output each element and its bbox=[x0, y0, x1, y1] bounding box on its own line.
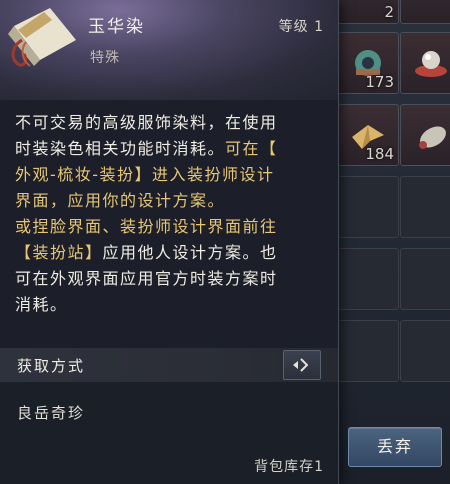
description-line: 应用他人设计方案。也 bbox=[102, 243, 278, 262]
description-line: 不可交易的高级服饰染料，在使用 bbox=[15, 113, 278, 132]
item-count: 173 bbox=[365, 73, 394, 91]
inventory-slot[interactable]: 184 bbox=[337, 104, 399, 166]
tooltip-header: 玉华染 特殊 等级 1 bbox=[0, 0, 338, 100]
item-name: 玉华染 bbox=[88, 17, 145, 37]
item-level: 等级 1 bbox=[278, 19, 324, 35]
inventory-slot[interactable] bbox=[400, 104, 450, 166]
inventory-slot[interactable] bbox=[337, 176, 399, 238]
acquisition-expand-button[interactable] bbox=[283, 350, 321, 380]
item-type: 特殊 bbox=[90, 50, 120, 66]
inventory-slot[interactable] bbox=[400, 32, 450, 94]
inventory-slot[interactable] bbox=[337, 320, 399, 382]
inventory-slot[interactable] bbox=[400, 248, 450, 310]
description-line: 消耗。 bbox=[15, 295, 68, 314]
description-highlight: 【装扮站】 bbox=[15, 243, 103, 262]
acquisition-section: 获取方式 bbox=[0, 348, 338, 382]
inventory-slot[interactable] bbox=[400, 320, 450, 382]
description-highlight: 或捏脸界面、装扮师设计界面前往 bbox=[15, 217, 278, 236]
description-line: 可在外观界面应用官方时装方案时 bbox=[15, 269, 278, 288]
description-highlight: 界面，应用你的设计方案。 bbox=[15, 191, 226, 210]
arrow-right-icon bbox=[293, 358, 309, 372]
description-highlight: 可在【 bbox=[225, 139, 278, 158]
discard-button[interactable]: 丢弃 bbox=[348, 427, 442, 467]
inventory-slot[interactable]: 173 bbox=[337, 32, 399, 94]
description-highlight: 外观-梳妆-装扮】进入装扮师设计 bbox=[15, 165, 275, 184]
acquisition-label: 获取方式 bbox=[17, 357, 86, 375]
acquisition-source: 良岳奇珍 bbox=[17, 404, 86, 422]
orb-plate-icon bbox=[415, 51, 447, 77]
inventory-slot[interactable]: 2 bbox=[337, 0, 399, 24]
description-line: 时装染色相关功能时消耗。 bbox=[15, 139, 226, 158]
inventory-slot[interactable] bbox=[400, 0, 450, 24]
item-description: 不可交易的高级服饰染料，在使用 时装染色相关功能时消耗。可在【 外观-梳妆-装扮… bbox=[15, 110, 325, 318]
inventory-stock: 背包库存1 bbox=[254, 459, 324, 475]
vase-icon bbox=[419, 126, 446, 149]
inventory-slot[interactable] bbox=[337, 248, 399, 310]
dye-scroll-icon bbox=[8, 8, 76, 67]
item-count: 184 bbox=[365, 145, 394, 163]
inventory-slot[interactable] bbox=[400, 176, 450, 238]
item-tooltip: 玉华染 特殊 等级 1 不可交易的高级服饰染料，在使用 时装染色相关功能时消耗。… bbox=[0, 0, 339, 484]
item-count: 2 bbox=[384, 3, 394, 21]
